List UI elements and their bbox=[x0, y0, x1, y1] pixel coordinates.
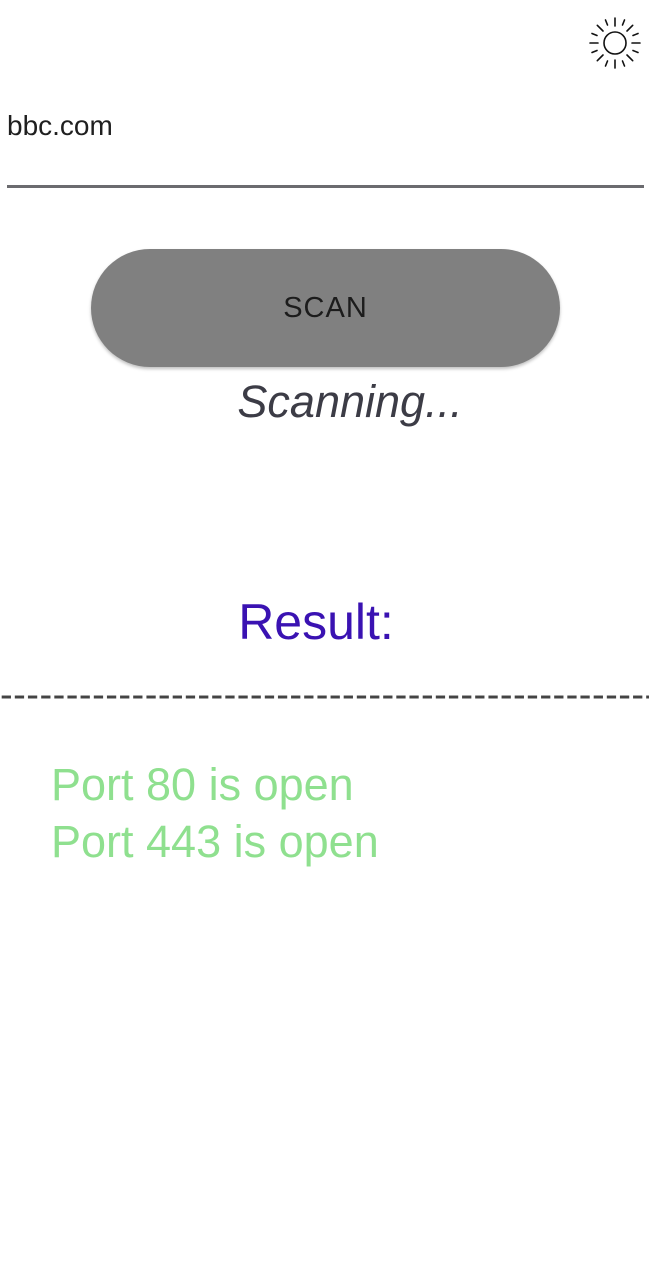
port-scanner-screen: SCAN Scanning... Result: ---------------… bbox=[0, 0, 649, 1280]
port-result-list: Port 80 is open Port 443 is open bbox=[51, 756, 641, 870]
port-result-item: Port 80 is open bbox=[51, 759, 354, 810]
sun-icon bbox=[589, 17, 641, 69]
host-input[interactable] bbox=[7, 104, 644, 188]
result-divider: ----------------------------------------… bbox=[0, 674, 649, 716]
theme-toggle-button[interactable] bbox=[586, 14, 644, 72]
scan-status-text: Scanning... bbox=[237, 376, 463, 427]
scan-button[interactable]: SCAN bbox=[91, 249, 560, 367]
port-result-item: Port 443 is open bbox=[51, 816, 379, 867]
result-heading: Result: bbox=[238, 594, 394, 650]
